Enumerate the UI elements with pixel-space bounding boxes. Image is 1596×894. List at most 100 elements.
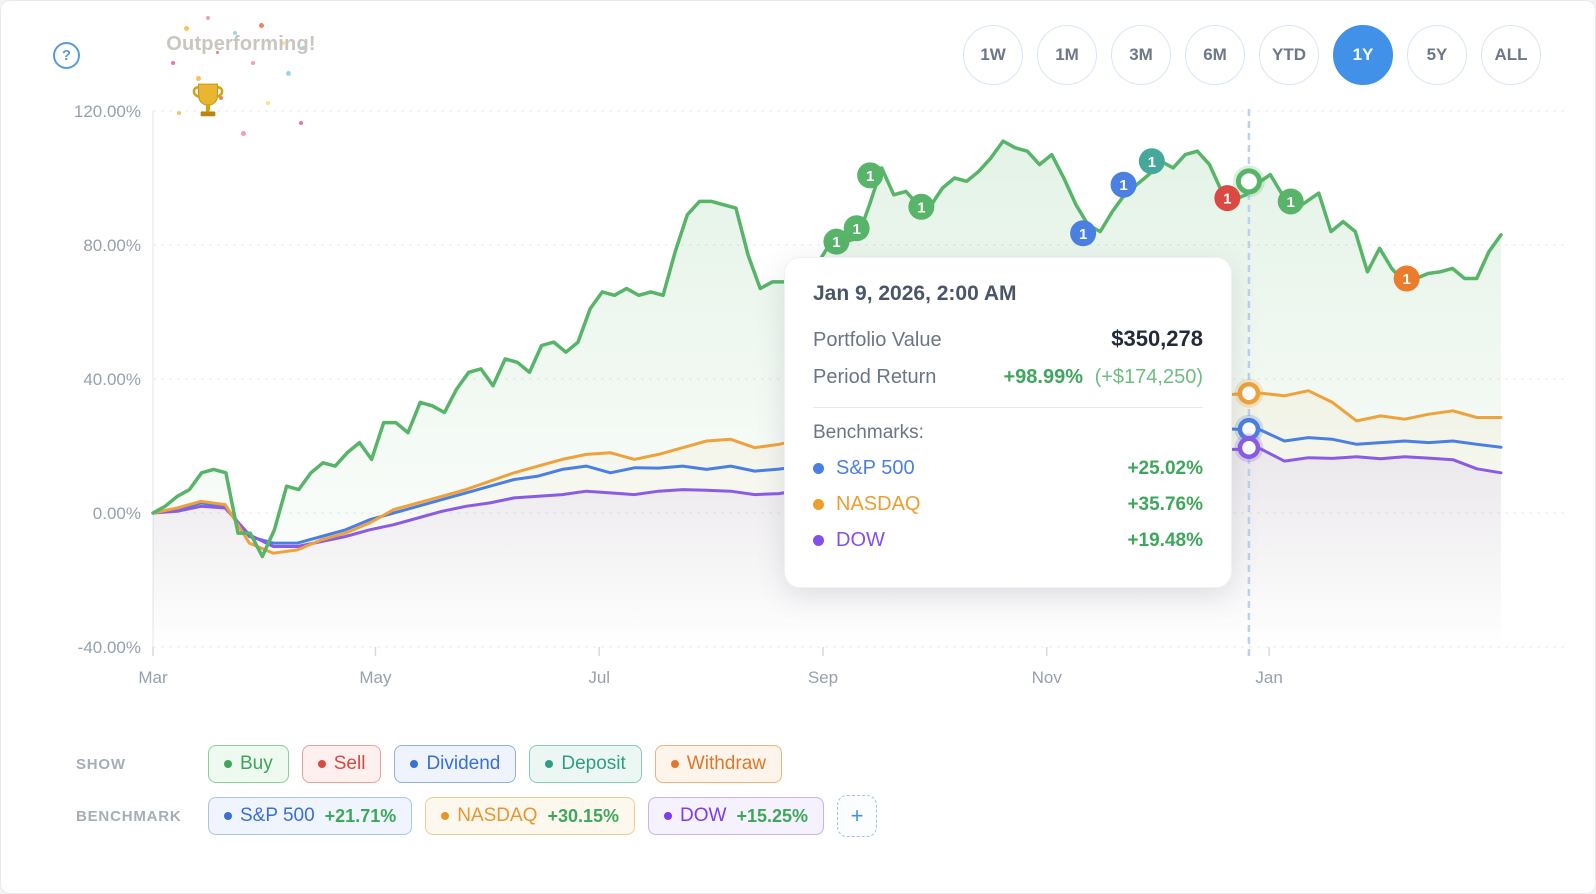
question-icon: ?	[62, 47, 71, 64]
range-button-ytd[interactable]: YTD	[1259, 25, 1319, 85]
add-benchmark-button[interactable]: +	[837, 795, 877, 837]
range-button-6m[interactable]: 6M	[1185, 25, 1245, 85]
deposit-marker-circle	[1139, 148, 1165, 174]
benchmark-dot-icon	[813, 535, 824, 546]
x-axis-tick-label: Sep	[808, 668, 838, 687]
benchmark-name: DOW	[836, 529, 885, 552]
hover-halo-sp500	[1234, 415, 1263, 444]
show-filter-dividend[interactable]: Dividend	[394, 745, 516, 783]
dividend-marker-circle	[1111, 172, 1137, 198]
y-axis-tick-label: -40.00%	[78, 638, 141, 657]
hover-halo-dow	[1234, 433, 1263, 462]
marker-count-label: 1	[917, 199, 925, 216]
benchmark-label: BENCHMARK	[76, 808, 208, 825]
event-marker-buy[interactable]: 1	[823, 229, 849, 255]
range-button-1y[interactable]: 1Y	[1333, 25, 1393, 85]
chip-return-value: +21.71%	[325, 806, 397, 827]
trophy-icon	[189, 81, 227, 121]
y-axis-tick-label: 120.00%	[74, 102, 141, 121]
benchmark-name: NASDAQ	[836, 493, 920, 516]
marker-count-label: 1	[832, 234, 840, 251]
chip-return-value: +15.25%	[736, 806, 808, 827]
chip-dot-icon	[671, 760, 679, 768]
hover-point-nasdaq[interactable]	[1240, 384, 1258, 402]
show-filter-sell[interactable]: Sell	[302, 745, 382, 783]
x-axis-tick-label: Jan	[1255, 668, 1282, 687]
hover-point-sp500[interactable]	[1240, 420, 1258, 438]
hover-halo-nasdaq	[1234, 379, 1263, 408]
chip-dot-icon	[224, 812, 232, 820]
benchmark-chip-dow[interactable]: DOW+15.25%	[648, 797, 824, 835]
marker-count-label: 1	[1223, 191, 1231, 208]
confetti-particle	[286, 71, 291, 76]
period-return-pct: +98.99%	[1004, 366, 1084, 388]
range-button-3m[interactable]: 3M	[1111, 25, 1171, 85]
confetti-particle	[184, 26, 189, 31]
buy-marker-circle	[1278, 188, 1304, 214]
hover-point-portfolio[interactable]	[1238, 171, 1259, 192]
marker-count-label: 1	[1079, 226, 1087, 243]
tooltip-benchmark-row: DOW+19.48%	[813, 529, 1203, 552]
hover-point-dow[interactable]	[1240, 439, 1258, 457]
x-axis-tick-label: May	[359, 668, 392, 687]
benchmark-chip-s-p-500[interactable]: S&P 500+21.71%	[208, 797, 412, 835]
event-marker-dividend[interactable]: 1	[1111, 172, 1137, 198]
event-marker-buy[interactable]: 1	[908, 194, 934, 220]
chip-label: Buy	[240, 753, 273, 775]
show-filter-withdraw[interactable]: Withdraw	[655, 745, 782, 783]
marker-count-label: 1	[1402, 271, 1410, 288]
tooltip-benchmark-row: S&P 500+25.02%	[813, 457, 1203, 480]
show-filter-deposit[interactable]: Deposit	[529, 745, 641, 783]
event-marker-buy[interactable]: 1	[844, 215, 870, 241]
chip-dot-icon	[664, 812, 672, 820]
range-button-5y[interactable]: 5Y	[1407, 25, 1467, 85]
confetti-particle	[299, 121, 303, 125]
range-selector: 1W1M3M6MYTD1Y5YALL	[963, 25, 1541, 85]
confetti-particle	[266, 101, 270, 105]
range-button-all[interactable]: ALL	[1481, 25, 1541, 85]
buy-marker-circle	[857, 162, 883, 188]
marker-count-label: 1	[1287, 194, 1295, 211]
help-button[interactable]: ?	[53, 42, 80, 69]
chip-dot-icon	[441, 812, 449, 820]
buy-marker-circle	[823, 229, 849, 255]
benchmark-chip-nasdaq[interactable]: NASDAQ+30.15%	[425, 797, 635, 835]
buy-marker-circle	[908, 194, 934, 220]
event-marker-deposit[interactable]: 1	[1139, 148, 1165, 174]
benchmark-chips: S&P 500+21.71% NASDAQ+30.15% DOW+15.25%	[208, 797, 824, 835]
portfolio-value-label: Portfolio Value	[813, 329, 942, 352]
portfolio-value-row: Portfolio Value $350,278	[813, 326, 1203, 352]
period-return-abs: (+$174,250)	[1095, 366, 1203, 388]
period-return-row: Period Return +98.99% (+$174,250)	[813, 366, 1203, 389]
event-marker-withdraw[interactable]: 1	[1394, 266, 1420, 292]
outperforming-text: Outperforming!	[141, 33, 341, 56]
event-marker-dividend[interactable]: 1	[1070, 220, 1096, 246]
y-axis-tick-label: 40.00%	[83, 370, 141, 389]
event-marker-buy[interactable]: 1	[1278, 188, 1304, 214]
event-marker-buy[interactable]: 1	[857, 162, 883, 188]
range-button-1w[interactable]: 1W	[963, 25, 1023, 85]
hover-halo-portfolio	[1233, 165, 1265, 197]
period-return-label: Period Return	[813, 366, 936, 389]
chip-dot-icon	[318, 760, 326, 768]
benchmark-dot-icon	[813, 463, 824, 474]
range-button-1m[interactable]: 1M	[1037, 25, 1097, 85]
event-marker-sell[interactable]: 1	[1214, 185, 1240, 211]
confetti-particle	[216, 51, 219, 54]
x-axis-tick-label: Mar	[138, 668, 168, 687]
chip-label: Dividend	[426, 753, 500, 775]
buy-marker-circle	[844, 215, 870, 241]
confetti-particle	[171, 61, 175, 65]
show-filter-buy[interactable]: Buy	[208, 745, 289, 783]
benchmark-return-value: +25.02%	[1127, 458, 1203, 480]
show-filter-chips: Buy Sell Dividend Deposit Withdraw	[208, 745, 782, 783]
y-axis-tick-label: 0.00%	[93, 504, 141, 523]
benchmark-row: BENCHMARK S&P 500+21.71% NASDAQ+30.15% DOW…	[76, 795, 877, 837]
chip-label: Deposit	[561, 753, 625, 775]
confetti-particle	[301, 46, 305, 50]
marker-count-label: 1	[866, 168, 874, 185]
tooltip-benchmark-row: NASDAQ+35.76%	[813, 493, 1203, 516]
period-return-value: +98.99% (+$174,250)	[1004, 366, 1204, 389]
show-filter-row: SHOW BuySellDividendDepositWithdraw	[76, 745, 782, 783]
confetti-particle	[259, 23, 264, 28]
